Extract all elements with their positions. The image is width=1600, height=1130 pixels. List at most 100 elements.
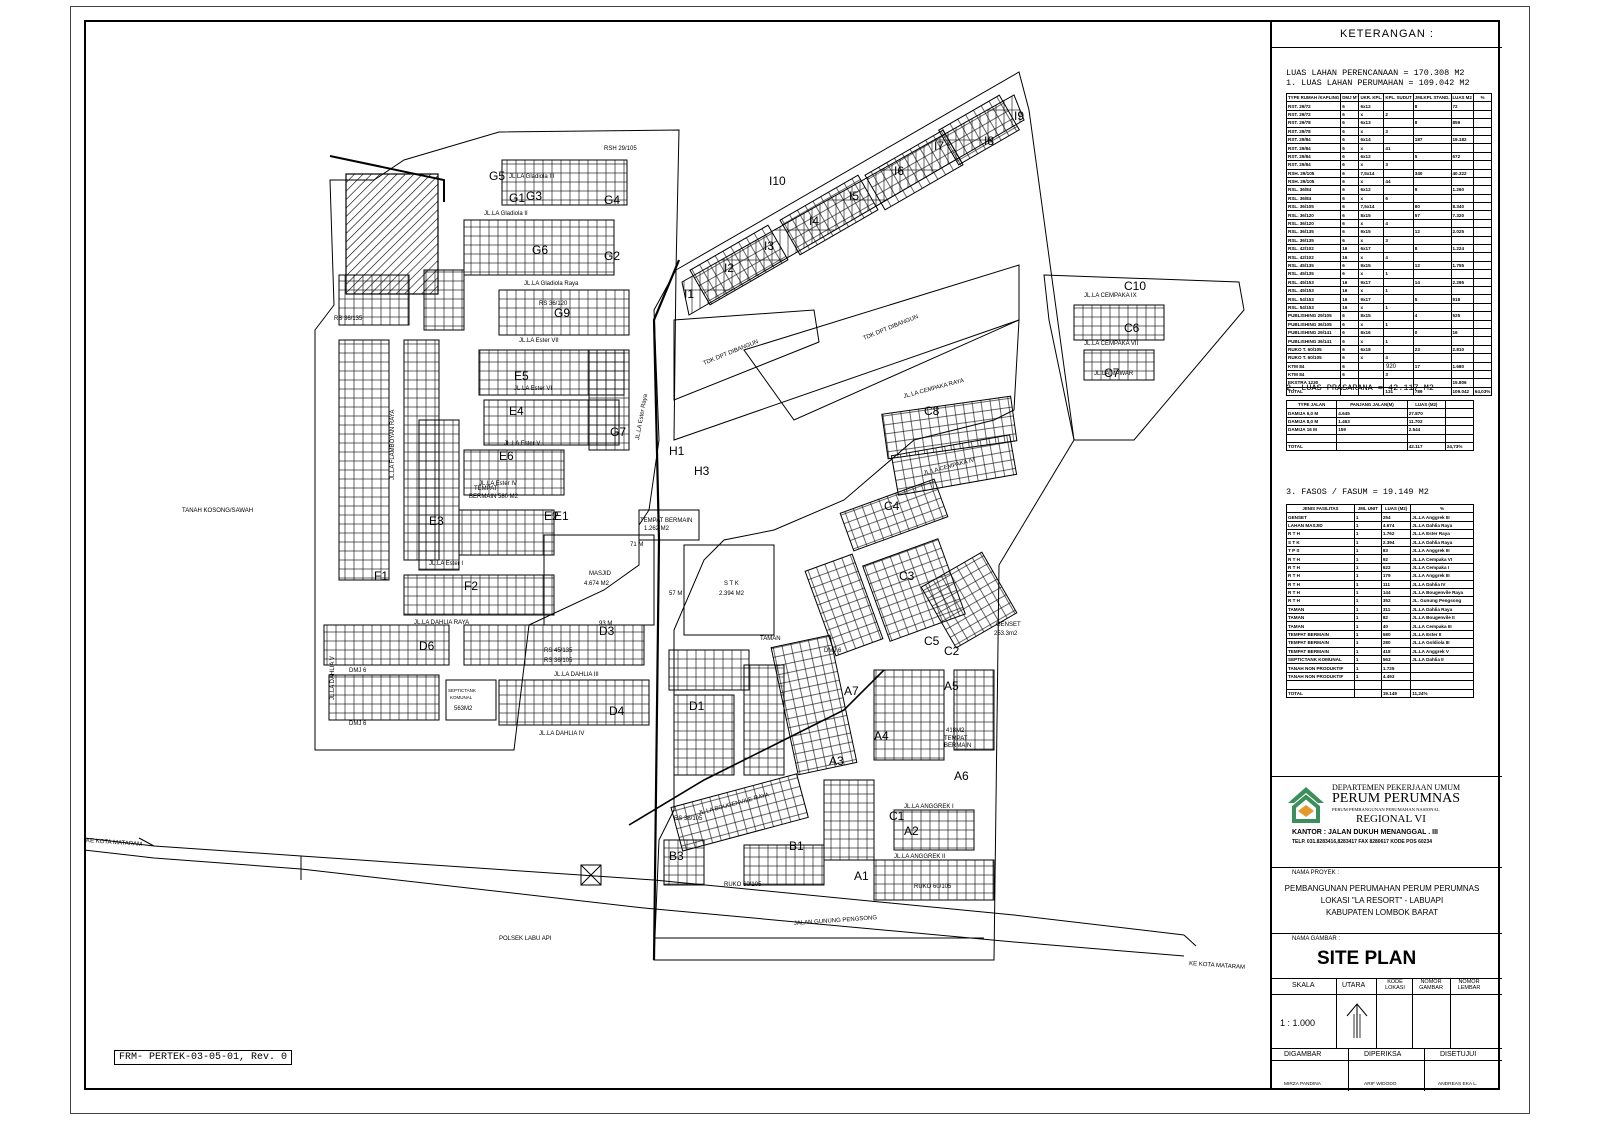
table-cell: x [1358, 126, 1385, 136]
drafter-name: MIRZA PANDINA [1284, 1082, 1321, 1087]
table-cell: 1 [1383, 269, 1414, 279]
table-row: RSL. 36/120 6 8x15 57 7.320 [1285, 210, 1493, 220]
block-label: C1 [889, 809, 905, 823]
label-dim-71: 71 M [630, 542, 643, 548]
table-cell: 9 [1412, 185, 1452, 195]
table-cell [1412, 269, 1452, 279]
table-cell: JL. Gunung Pengsong [1410, 596, 1474, 606]
table-cell: x [1358, 336, 1385, 346]
table-cell: 311 [1380, 604, 1412, 615]
label-dmj6-1: DMJ 6 [349, 668, 367, 674]
table-cell: 8x15 [1358, 311, 1385, 321]
table-cell: RST. 29/84 [1285, 134, 1342, 145]
table-row: RSL. 54/153 16 9x17 5 918 [1285, 294, 1493, 304]
table-cell: 1 [1383, 302, 1414, 313]
table-cell: 6 [1340, 369, 1360, 380]
table-cell: 41 [1383, 143, 1414, 153]
label-jl-anggrek-i: JL.LA ANGGREK I [904, 804, 954, 810]
table-cell: 6x18 [1358, 344, 1385, 355]
table-cell: JL.LA Ester II [1410, 629, 1474, 640]
lot-block [1073, 304, 1165, 341]
stk-area [683, 544, 775, 636]
table-cell: x [1358, 353, 1385, 363]
table-cell [1472, 101, 1493, 111]
label-tempat-bermain-3: TEMPAT [944, 736, 968, 742]
table-cell [1444, 425, 1475, 435]
table-cell: 7.320 [1450, 210, 1474, 220]
table-cell [1410, 680, 1474, 690]
table-cell: RSL. 36/84 [1285, 193, 1342, 204]
table-cell: 8x15 [1358, 210, 1385, 220]
table-cell: 57 [1412, 210, 1452, 220]
table-cell [1383, 168, 1414, 178]
block-label: A3 [829, 754, 844, 768]
column-header: % [1410, 503, 1474, 514]
lot-block [823, 779, 875, 861]
table-row: TEMPAT BERMAIN 1 280 JL.LA Goldiola III [1286, 638, 1474, 648]
table-cell: DAMIJA 6,0 M [1285, 408, 1338, 418]
table-row: RSL. 54/153 16 x 1 [1285, 302, 1493, 313]
table-cell [1472, 260, 1493, 271]
table-cell: 1 [1353, 554, 1382, 564]
table-cell: 159 [1336, 425, 1408, 435]
block-label: D4 [609, 704, 625, 718]
table-cell: x [1358, 252, 1385, 262]
table-cell: x [1358, 269, 1385, 279]
table-row [1285, 433, 1475, 443]
table-cell [1353, 680, 1382, 690]
table-cell: x [1358, 193, 1385, 204]
table-row: GENSET 1 254 JL.LA Anggrek III [1286, 512, 1474, 522]
table-cell [1383, 260, 1414, 271]
table-cell: 1.224 [1450, 244, 1474, 254]
table-cell: RSL. 36/105 [1285, 202, 1342, 212]
block-label: B3 [669, 849, 684, 863]
table-cell: JL.LA Dahlia Raya [1410, 537, 1474, 547]
block-label: E5 [514, 369, 529, 383]
project-line-3: KABUPATEN LOMBOK BARAT [1325, 908, 1439, 917]
table-row: R T H 1 352 JL. Gunung Pengsong [1286, 596, 1474, 606]
table-cell [1472, 168, 1493, 178]
table-cell: 40.322 [1450, 168, 1474, 178]
table-cell: 6 [1340, 126, 1360, 136]
table-cell: RST. 29/84 [1285, 143, 1342, 153]
label-masjid-area: 4.674 M2 [584, 581, 610, 587]
block-label: A5 [944, 679, 959, 693]
table-cell: 83 [1380, 545, 1412, 556]
table-row: PUBLISHING 29/105 6 8x15 4 525 [1285, 311, 1493, 321]
table-cell [1472, 126, 1493, 136]
label-jl-flamboyan: JL.LA FLAMBOYAN RAYA [390, 410, 396, 480]
table-cell: 1.463 [1336, 416, 1408, 427]
table-cell [1412, 319, 1452, 329]
label-rs-38-105: RS 38/105 [674, 816, 703, 822]
road-arrow-right [1183, 934, 1197, 947]
table-cell: 24,73% [1444, 441, 1475, 452]
block-label: A4 [874, 729, 889, 743]
label-jl-gladiola-iii: JL.LA Gladiola III [509, 174, 555, 180]
table-cell [1358, 361, 1385, 371]
table-cell: x [1358, 302, 1385, 313]
column-header: LUAS M2 [1450, 92, 1474, 103]
table-cell: x [1358, 176, 1385, 187]
project-block: NAMA PROYEK : PEMBANGUNAN PERUMAHAN PERU… [1272, 867, 1502, 934]
table-row [1286, 680, 1474, 690]
table-cell [1450, 336, 1474, 346]
table-cell: RST. 29/84 [1285, 160, 1342, 170]
signature-block: DIGAMBAR DIPERIKSA DISETUJUI MIRZA PANDI… [1272, 1048, 1502, 1091]
table-cell [1383, 327, 1414, 338]
lot-block [668, 649, 750, 691]
table-cell: x [1358, 218, 1385, 229]
table-cell: 6x12 [1358, 185, 1385, 195]
column-header: PANJANG JALAN(M) [1336, 399, 1408, 410]
block-label: I6 [894, 164, 904, 178]
label-ruko-2: RUKO 60/105 [914, 884, 952, 890]
label-septictank-area: 563M2 [454, 706, 473, 712]
table-cell [1472, 378, 1493, 388]
table-cell [1450, 160, 1474, 170]
column-header: JENIS FASILITAS [1286, 503, 1355, 514]
table-cell: 1.680 [1450, 361, 1474, 371]
table-row: RSL. 36/84 6 6x12 9 1.260 [1285, 185, 1493, 195]
table-cell: 6x13 [1358, 118, 1385, 128]
block-label: G4 [604, 193, 620, 207]
site-plan-map: TANAH KOSONG/SAWAH KE KOTA MATARAM KE KO… [84, 71, 1245, 971]
nomor-lembar-label: NOMOR LEMBAR [1457, 979, 1481, 991]
